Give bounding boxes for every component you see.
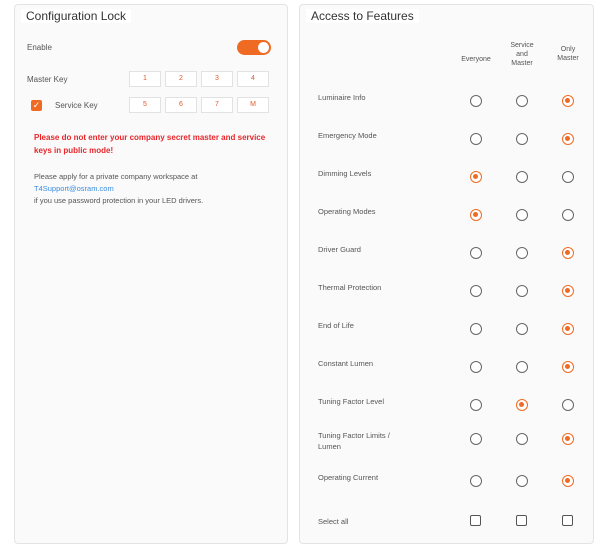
feature-label: Driver Guard xyxy=(318,245,361,254)
info-line-1: Please apply for a private company works… xyxy=(34,172,198,181)
select-all-label: Select all xyxy=(318,517,349,526)
column-header-only-master: Only Master xyxy=(557,46,579,62)
service-key-checkbox[interactable]: ✓ xyxy=(31,100,42,111)
master-key-digit-1[interactable]: 1 xyxy=(129,71,161,87)
feature-label: Tuning Factor Level xyxy=(318,397,385,406)
configuration-lock-panel: Configuration Lock Enable Master Key 1 2… xyxy=(14,4,288,544)
feature-radio-everyone[interactable] xyxy=(470,133,482,145)
feature-radio-service-and-master[interactable] xyxy=(516,133,528,145)
feature-radio-only-master[interactable] xyxy=(562,475,574,487)
feature-label: Emergency Mode xyxy=(318,131,377,140)
master-key-label: Master Key xyxy=(27,75,68,84)
feature-radio-service-and-master[interactable] xyxy=(516,323,528,335)
feature-radio-everyone[interactable] xyxy=(470,361,482,373)
info-line-2: if you use password protection in your L… xyxy=(34,196,204,205)
workspace-info: Please apply for a private company works… xyxy=(34,171,284,207)
feature-radio-service-and-master[interactable] xyxy=(516,433,528,445)
feature-radio-only-master[interactable] xyxy=(562,323,574,335)
feature-label: Operating Current xyxy=(318,473,379,482)
feature-radio-only-master[interactable] xyxy=(562,209,574,221)
feature-radio-only-master[interactable] xyxy=(562,133,574,145)
feature-radio-only-master[interactable] xyxy=(562,95,574,107)
service-key-label: Service Key xyxy=(55,101,98,110)
service-key-digit-2[interactable]: 6 xyxy=(165,97,197,113)
feature-radio-everyone[interactable] xyxy=(470,475,482,487)
support-email-link[interactable]: T4Support@osram.com xyxy=(34,183,284,195)
feature-radio-only-master[interactable] xyxy=(562,247,574,259)
feature-radio-only-master[interactable] xyxy=(562,285,574,297)
feature-label: Dimming Levels xyxy=(318,169,372,178)
feature-radio-everyone[interactable] xyxy=(470,247,482,259)
enable-toggle[interactable] xyxy=(237,40,271,55)
feature-radio-everyone[interactable] xyxy=(470,209,482,221)
feature-radio-everyone[interactable] xyxy=(470,95,482,107)
feature-radio-service-and-master[interactable] xyxy=(516,209,528,221)
feature-radio-everyone[interactable] xyxy=(470,323,482,335)
feature-radio-only-master[interactable] xyxy=(562,399,574,411)
feature-label: Tuning Factor Limits / Lumen xyxy=(318,431,390,451)
feature-radio-only-master[interactable] xyxy=(562,361,574,373)
check-icon: ✓ xyxy=(32,100,41,110)
feature-radio-service-and-master[interactable] xyxy=(516,247,528,259)
feature-radio-everyone[interactable] xyxy=(470,171,482,183)
public-mode-warning: Please do not enter your company secret … xyxy=(34,133,266,155)
feature-radio-only-master[interactable] xyxy=(562,433,574,445)
select-all-everyone-checkbox[interactable] xyxy=(470,515,481,526)
master-key-digit-4[interactable]: 4 xyxy=(237,71,269,87)
feature-label: End of Life xyxy=(318,321,354,330)
feature-radio-only-master[interactable] xyxy=(562,171,574,183)
feature-radio-everyone[interactable] xyxy=(470,285,482,297)
feature-label: Thermal Protection xyxy=(318,283,382,292)
enable-label: Enable xyxy=(27,43,52,52)
column-header-service-and-master: Service and Master xyxy=(510,42,534,67)
select-all-master-checkbox[interactable] xyxy=(562,515,573,526)
master-key-digit-2[interactable]: 2 xyxy=(165,71,197,87)
feature-radio-service-and-master[interactable] xyxy=(516,95,528,107)
feature-label: Operating Modes xyxy=(318,207,376,216)
feature-radio-everyone[interactable] xyxy=(470,433,482,445)
service-key-digit-4[interactable]: M xyxy=(237,97,269,113)
configuration-lock-title: Configuration Lock xyxy=(21,9,132,23)
select-all-service-checkbox[interactable] xyxy=(516,515,527,526)
access-to-features-panel: Access to Features Everyone Service and … xyxy=(299,4,594,544)
feature-radio-service-and-master[interactable] xyxy=(516,399,528,411)
column-header-everyone: Everyone xyxy=(461,56,491,63)
access-to-features-title: Access to Features xyxy=(306,9,419,23)
feature-radio-service-and-master[interactable] xyxy=(516,285,528,297)
feature-radio-service-and-master[interactable] xyxy=(516,475,528,487)
master-key-digit-3[interactable]: 3 xyxy=(201,71,233,87)
feature-radio-service-and-master[interactable] xyxy=(516,171,528,183)
feature-label: Constant Lumen xyxy=(318,359,374,368)
feature-label: Luminaire Info xyxy=(318,93,366,102)
toggle-knob xyxy=(258,42,269,53)
service-key-digit-1[interactable]: 5 xyxy=(129,97,161,113)
service-key-digit-3[interactable]: 7 xyxy=(201,97,233,113)
feature-radio-service-and-master[interactable] xyxy=(516,361,528,373)
feature-radio-everyone[interactable] xyxy=(470,399,482,411)
